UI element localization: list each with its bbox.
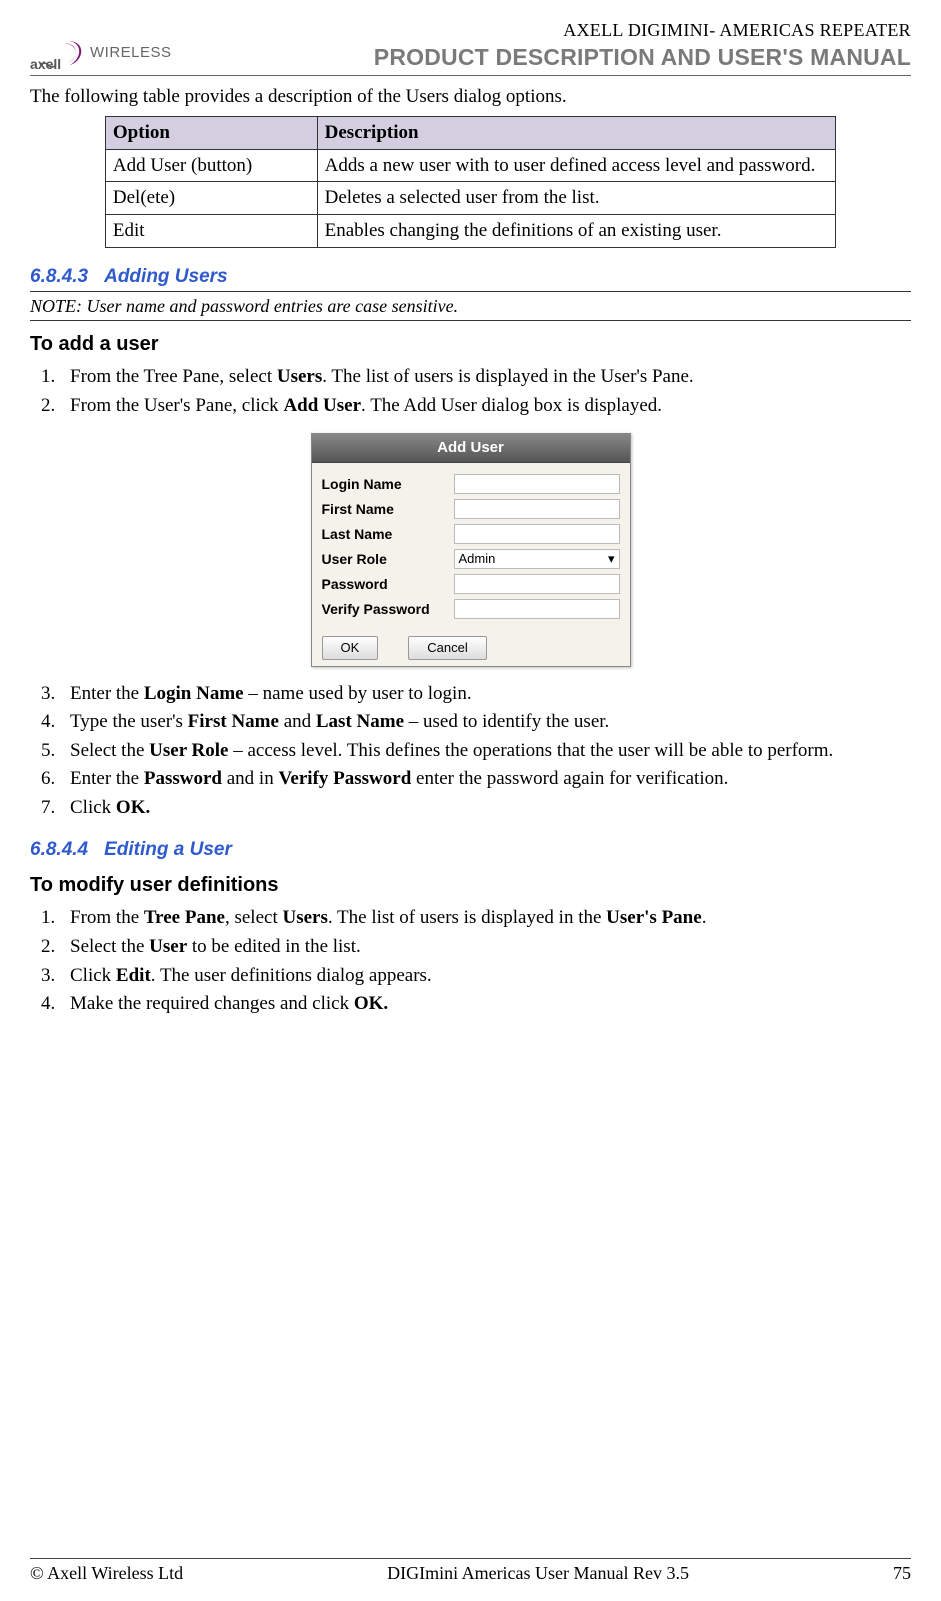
user-role-value: Admin [459, 550, 496, 568]
ok-button[interactable]: OK [322, 636, 379, 660]
dialog-body: Login Name First Name Last Name User Rol… [312, 463, 630, 630]
chevron-down-icon: ▾ [608, 550, 615, 568]
th-description: Description [317, 116, 835, 149]
last-name-label: Last Name [322, 525, 454, 544]
page-footer: © Axell Wireless Ltd DIGImini Americas U… [30, 1558, 911, 1585]
logo-sub: WIRELESS [90, 43, 172, 63]
manual-title: PRODUCT DESCRIPTION AND USER'S MANUAL [374, 42, 911, 73]
steps-list-2: From the Tree Pane, select Users. The li… [30, 905, 911, 1017]
first-name-label: First Name [322, 500, 454, 519]
login-name-label: Login Name [322, 475, 454, 494]
cancel-button[interactable]: Cancel [408, 636, 486, 660]
user-role-label: User Role [322, 550, 454, 569]
verify-password-label: Verify Password [322, 600, 454, 619]
logo: axell WIRELESS [30, 33, 172, 73]
footer-docname: DIGImini Americas User Manual Rev 3.5 [387, 1561, 689, 1585]
verify-password-field[interactable] [454, 599, 620, 619]
th-option: Option [105, 116, 317, 149]
list-item: Enter the Password and in Verify Passwor… [60, 766, 911, 792]
list-item: Make the required changes and click OK. [60, 991, 911, 1017]
footer-copyright: © Axell Wireless Ltd [30, 1561, 183, 1585]
table-row: Del(ete)Deletes a selected user from the… [105, 182, 835, 215]
footer-pageno: 75 [893, 1561, 911, 1585]
product-name: AXELL DIGIMINI- AMERICAS REPEATER [374, 18, 911, 42]
steps-list-1-cont: Enter the Login Name – name used by user… [30, 681, 911, 821]
list-item: Select the User to be edited in the list… [60, 934, 911, 960]
intro-text: The following table provides a descripti… [30, 84, 911, 110]
logo-icon: axell [30, 33, 84, 73]
list-item: From the Tree Pane, select Users. The li… [60, 364, 911, 390]
user-role-select[interactable]: Admin ▾ [454, 549, 620, 569]
options-table: Option Description Add User (button)Adds… [105, 116, 836, 248]
login-name-field[interactable] [454, 474, 620, 494]
section-heading: 6.8.4.3Adding Users [30, 264, 911, 290]
svg-text:axell: axell [30, 56, 61, 72]
sub-heading: To add a user [30, 331, 911, 358]
page-header: axell WIRELESS AXELL DIGIMINI- AMERICAS … [30, 18, 911, 76]
list-item: From the User's Pane, click Add User. Th… [60, 393, 911, 419]
section-heading: 6.8.4.4Editing a User [30, 837, 911, 863]
note-box: NOTE: User name and password entries are… [30, 291, 911, 321]
table-header-row: Option Description [105, 116, 835, 149]
dialog-title: Add User [312, 434, 630, 463]
header-right: AXELL DIGIMINI- AMERICAS REPEATER PRODUC… [374, 18, 911, 73]
password-label: Password [322, 575, 454, 594]
list-item: Enter the Login Name – name used by user… [60, 681, 911, 707]
sub-heading: To modify user definitions [30, 872, 911, 899]
list-item: Click OK. [60, 795, 911, 821]
steps-list-1: From the Tree Pane, select Users. The li… [30, 364, 911, 418]
dialog-figure: Add User Login Name First Name Last Name… [30, 433, 911, 667]
dialog-buttons: OK Cancel [312, 630, 630, 666]
add-user-dialog: Add User Login Name First Name Last Name… [311, 433, 631, 667]
last-name-field[interactable] [454, 524, 620, 544]
list-item: From the Tree Pane, select Users. The li… [60, 905, 911, 931]
password-field[interactable] [454, 574, 620, 594]
list-item: Select the User Role – access level. Thi… [60, 738, 911, 764]
table-row: EditEnables changing the definitions of … [105, 214, 835, 247]
first-name-field[interactable] [454, 499, 620, 519]
list-item: Type the user's First Name and Last Name… [60, 709, 911, 735]
table-row: Add User (button)Adds a new user with to… [105, 149, 835, 182]
list-item: Click Edit. The user definitions dialog … [60, 963, 911, 989]
